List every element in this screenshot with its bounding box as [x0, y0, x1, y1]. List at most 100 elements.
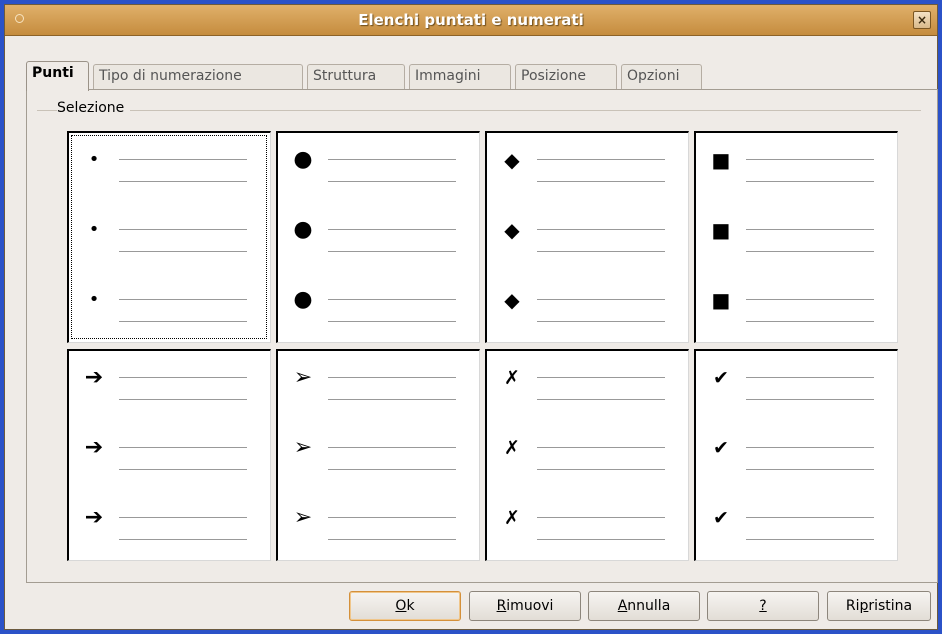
preview-text-line: [328, 251, 456, 252]
tab-punti[interactable]: Punti: [26, 61, 89, 91]
preview-text-line: [746, 159, 874, 160]
bullet-style-option[interactable]: • • •: [67, 131, 271, 343]
large-dot-icon: ●: [293, 217, 313, 242]
preview-text-line: [328, 181, 456, 182]
preview-text-line: [746, 447, 874, 448]
bullet-preview-line: •: [69, 147, 270, 187]
bullet-style-option[interactable]: ✗ ✗ ✗: [485, 349, 689, 561]
titlebar[interactable]: Elenchi puntati e numerati ×: [5, 5, 937, 36]
preview-text-line: [746, 517, 874, 518]
small-dot-icon: •: [88, 219, 100, 240]
small-dot-icon: •: [88, 289, 100, 310]
bullet-style-option[interactable]: ● ● ●: [276, 131, 480, 343]
bullet-preview-line: ➢: [278, 505, 479, 545]
selection-group-label: Selezione: [57, 100, 131, 116]
preview-text-line: [119, 229, 247, 230]
preview-text-line: [537, 447, 665, 448]
preview-text-line: [537, 539, 665, 540]
bullet-preview-line: ◆: [487, 147, 688, 187]
tab-opzioni[interactable]: Opzioni: [621, 64, 702, 89]
preview-text-line: [537, 517, 665, 518]
preview-text-line: [119, 447, 247, 448]
arrow-icon: ➔: [84, 505, 104, 530]
bullet-preview-line: ➔: [69, 435, 270, 475]
close-icon: ×: [916, 13, 928, 27]
bullet-style-option[interactable]: ✔ ✔ ✔: [694, 349, 898, 561]
bullet-preview-line: ➢: [278, 435, 479, 475]
bullet-style-option[interactable]: ➢ ➢ ➢: [276, 349, 480, 561]
tab-tipo-di-numerazione[interactable]: Tipo di numerazione: [93, 64, 303, 89]
bullet-preview-line: ■: [696, 287, 897, 327]
large-dot-icon: ●: [293, 287, 313, 312]
tab-struttura[interactable]: Struttura: [307, 64, 405, 89]
preview-text-line: [746, 299, 874, 300]
bullet-preview-line: ■: [696, 147, 897, 187]
preview-text-line: [119, 469, 247, 470]
bullet-style-option[interactable]: ➔ ➔ ➔: [67, 349, 271, 561]
bullet-preview-line: ●: [278, 147, 479, 187]
remove-button[interactable]: Rimuovi: [469, 591, 581, 621]
preview-text-line: [119, 159, 247, 160]
bullet-preview-line: ✔: [696, 505, 897, 545]
checkmark-icon: ✔: [713, 437, 729, 459]
bullet-preview-line: ✗: [487, 365, 688, 405]
preview-text-line: [537, 377, 665, 378]
bullet-preview-line: ●: [278, 287, 479, 327]
bullet-style-grid: • • • ● ● ● ◆ ◆ ◆ ■ ■ ■ ➔ ➔ ➔ ➢ ➢ ➢ ✗ ✗ ✗ ✔ ✔ ✔: [67, 131, 899, 569]
group-divider: [37, 110, 921, 111]
tab-posizione[interactable]: Posizione: [515, 64, 617, 89]
bullet-preview-line: ✔: [696, 435, 897, 475]
close-button[interactable]: ×: [913, 11, 931, 29]
small-dot-icon: •: [88, 149, 100, 170]
ok-button[interactable]: Ok: [349, 591, 461, 621]
preview-text-line: [537, 229, 665, 230]
preview-text-line: [119, 377, 247, 378]
large-dot-icon: ●: [293, 147, 313, 172]
bullet-preview-line: ➢: [278, 365, 479, 405]
window-title: Elenchi puntati e numerati: [358, 11, 584, 29]
preview-text-line: [328, 517, 456, 518]
bullet-preview-line: •: [69, 287, 270, 327]
preview-text-line: [328, 539, 456, 540]
checkmark-icon: ✔: [713, 367, 729, 389]
bullet-preview-line: ➔: [69, 365, 270, 405]
bullet-style-option[interactable]: ■ ■ ■: [694, 131, 898, 343]
bullet-preview-line: ●: [278, 217, 479, 257]
diamond-icon: ◆: [504, 288, 520, 312]
help-button[interactable]: ?: [707, 591, 819, 621]
preview-text-line: [328, 469, 456, 470]
preview-text-line: [746, 181, 874, 182]
preview-text-line: [746, 377, 874, 378]
cancel-button[interactable]: Annulla: [588, 591, 700, 621]
preview-text-line: [537, 181, 665, 182]
preview-text-line: [119, 399, 247, 400]
preview-text-line: [328, 399, 456, 400]
preview-text-line: [119, 321, 247, 322]
bullet-preview-line: ➔: [69, 505, 270, 545]
preview-text-line: [537, 469, 665, 470]
dialog-window: Elenchi puntati e numerati × Punti Tipo …: [4, 4, 938, 630]
preview-text-line: [746, 229, 874, 230]
preview-text-line: [537, 399, 665, 400]
tab-panel: Selezione • • • ● ● ● ◆ ◆ ◆ ■ ■ ■ ➔ ➔ ➔ ➢ ➢ ➢ ✗ ✗ ✗ ✔ ✔ ✔: [26, 89, 938, 583]
preview-text-line: [537, 159, 665, 160]
preview-text-line: [746, 399, 874, 400]
checkmark-icon: ✔: [713, 507, 729, 529]
preview-text-line: [119, 181, 247, 182]
preview-text-line: [537, 299, 665, 300]
square-icon: ■: [711, 218, 731, 242]
reset-button[interactable]: Ripristina: [827, 591, 931, 621]
preview-text-line: [746, 469, 874, 470]
cross-icon: ✗: [504, 367, 520, 389]
bullet-preview-line: ✗: [487, 505, 688, 545]
tab-immagini[interactable]: Immagini: [409, 64, 511, 89]
preview-text-line: [746, 321, 874, 322]
bullet-preview-line: •: [69, 217, 270, 257]
diamond-icon: ◆: [504, 148, 520, 172]
bullet-style-option[interactable]: ◆ ◆ ◆: [485, 131, 689, 343]
preview-text-line: [537, 321, 665, 322]
arrowhead-icon: ➢: [293, 365, 313, 390]
preview-text-line: [328, 299, 456, 300]
arrowhead-icon: ➢: [293, 435, 313, 460]
preview-text-line: [746, 251, 874, 252]
